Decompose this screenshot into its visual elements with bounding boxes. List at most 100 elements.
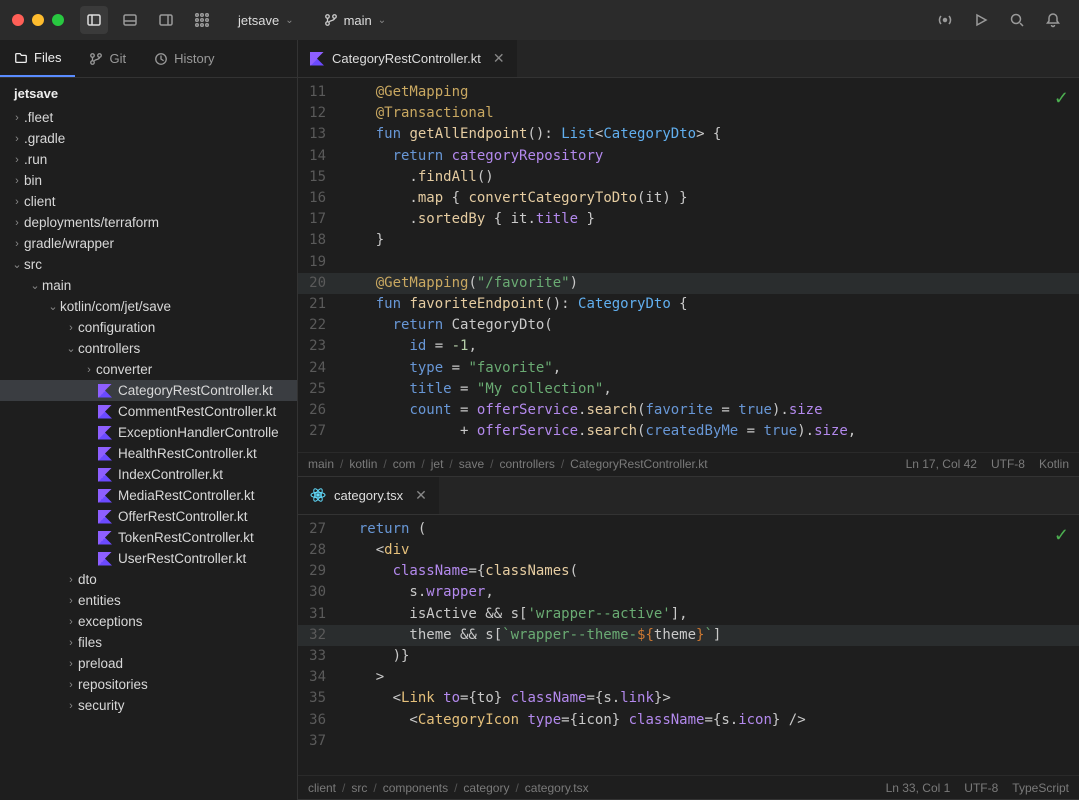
tree-item[interactable]: ›.gradle xyxy=(0,128,297,149)
tree-item[interactable]: ⌄controllers xyxy=(0,338,297,359)
code-line[interactable]: 27 + offerService.search(createdByMe = t… xyxy=(298,421,1079,442)
tree-item-label: src xyxy=(24,257,42,272)
code-line[interactable]: 30 s.wrapper, xyxy=(298,582,1079,603)
tree-item-label: CommentRestController.kt xyxy=(118,404,276,419)
line-number: 23 xyxy=(298,336,342,357)
code-line[interactable]: 26 count = offerService.search(favorite … xyxy=(298,400,1079,421)
tree-item[interactable]: ›bin xyxy=(0,170,297,191)
code-line[interactable]: 27 return ( xyxy=(298,519,1079,540)
chevron-icon: › xyxy=(64,574,78,586)
code-line[interactable]: 37 xyxy=(298,731,1079,752)
tree-item[interactable]: ›repositories xyxy=(0,674,297,695)
code-line[interactable]: 17 .sortedBy { it.title } xyxy=(298,209,1079,230)
line-number: 21 xyxy=(298,294,342,315)
tree-item[interactable]: CategoryRestController.kt xyxy=(0,380,297,401)
code-line[interactable]: 20 @GetMapping("/favorite") xyxy=(298,273,1079,294)
project-selector[interactable]: jetsave ⌄ xyxy=(230,9,302,32)
code-line[interactable]: 24 type = "favorite", xyxy=(298,358,1079,379)
encoding[interactable]: UTF-8 xyxy=(964,781,998,795)
code-line[interactable]: 22 return CategoryDto( xyxy=(298,315,1079,336)
tree-item[interactable]: ›deployments/terraform xyxy=(0,212,297,233)
cursor-position[interactable]: Ln 33, Col 1 xyxy=(886,781,951,795)
grid-icon[interactable] xyxy=(188,6,216,34)
line-number: 22 xyxy=(298,315,342,336)
code-line[interactable]: 14 return categoryRepository xyxy=(298,146,1079,167)
language[interactable]: Kotlin xyxy=(1039,457,1069,471)
tree-item[interactable]: ›security xyxy=(0,695,297,716)
tree-item[interactable]: IndexController.kt xyxy=(0,464,297,485)
tree-item[interactable]: OfferRestController.kt xyxy=(0,506,297,527)
code-line[interactable]: 18 } xyxy=(298,230,1079,251)
editor-tab[interactable]: CategoryRestController.kt ✕ xyxy=(298,40,517,77)
kotlin-icon xyxy=(96,510,114,524)
tree-item[interactable]: ›files xyxy=(0,632,297,653)
tree-item[interactable]: ExceptionHandlerControlle xyxy=(0,422,297,443)
sidebar-tab-history[interactable]: History xyxy=(140,40,228,77)
breadcrumb[interactable]: main/kotlin/com/jet/save/controllers/Cat… xyxy=(308,457,708,471)
broadcast-icon[interactable] xyxy=(931,6,959,34)
code-line[interactable]: 11 @GetMapping xyxy=(298,82,1079,103)
tree-item[interactable]: MediaRestController.kt xyxy=(0,485,297,506)
code-line[interactable]: 13 fun getAllEndpoint(): List<CategoryDt… xyxy=(298,124,1079,145)
sidebar-tab-git[interactable]: Git xyxy=(75,40,140,77)
tree-item[interactable]: ⌄kotlin/com/jet/save xyxy=(0,296,297,317)
code-line[interactable]: 34 > xyxy=(298,667,1079,688)
code-line[interactable]: 12 @Transactional xyxy=(298,103,1079,124)
tree-item[interactable]: CommentRestController.kt xyxy=(0,401,297,422)
code-line[interactable]: 21 fun favoriteEndpoint(): CategoryDto { xyxy=(298,294,1079,315)
tree-item[interactable]: ›exceptions xyxy=(0,611,297,632)
encoding[interactable]: UTF-8 xyxy=(991,457,1025,471)
panel-left-icon[interactable] xyxy=(80,6,108,34)
line-number: 26 xyxy=(298,400,342,421)
project-root-label[interactable]: jetsave xyxy=(0,78,297,107)
tree-item[interactable]: TokenRestController.kt xyxy=(0,527,297,548)
tree-item[interactable]: ›entities xyxy=(0,590,297,611)
tree-item[interactable]: HealthRestController.kt xyxy=(0,443,297,464)
code-line[interactable]: 31 isActive && s['wrapper--active'], xyxy=(298,604,1079,625)
folder-icon xyxy=(14,51,28,65)
tree-item[interactable]: ⌄src xyxy=(0,254,297,275)
code-line[interactable]: 32 theme && s[`wrapper--theme-${theme}`] xyxy=(298,625,1079,646)
close-icon[interactable]: ✕ xyxy=(415,487,427,504)
code-line[interactable]: 29 className={classNames( xyxy=(298,561,1079,582)
branch-selector[interactable]: main ⌄ xyxy=(316,9,395,32)
chevron-icon: › xyxy=(10,112,24,124)
close-icon[interactable]: ✕ xyxy=(493,50,505,67)
code-editor[interactable]: ✓ 11 @GetMapping12 @Transactional13 fun … xyxy=(298,78,1079,452)
tree-item[interactable]: ›configuration xyxy=(0,317,297,338)
tree-item[interactable]: ›converter xyxy=(0,359,297,380)
code-line[interactable]: 35 <Link to={to} className={s.link}> xyxy=(298,688,1079,709)
tree-item[interactable]: ›client xyxy=(0,191,297,212)
code-editor[interactable]: ✓ 27 return (28 <div29 className={classN… xyxy=(298,515,1079,775)
minimize-window-button[interactable] xyxy=(32,14,44,26)
code-line[interactable]: 16 .map { convertCategoryToDto(it) } xyxy=(298,188,1079,209)
panel-right-icon[interactable] xyxy=(152,6,180,34)
breadcrumb[interactable]: client/src/components/category/category.… xyxy=(308,781,589,795)
language[interactable]: TypeScript xyxy=(1012,781,1069,795)
tree-item[interactable]: UserRestController.kt xyxy=(0,548,297,569)
code-line[interactable]: 33 )} xyxy=(298,646,1079,667)
code-line[interactable]: 23 id = -1, xyxy=(298,336,1079,357)
tab-label: CategoryRestController.kt xyxy=(332,51,481,66)
tree-item[interactable]: ›.fleet xyxy=(0,107,297,128)
bell-icon[interactable] xyxy=(1039,6,1067,34)
close-window-button[interactable] xyxy=(12,14,24,26)
tree-item[interactable]: ›preload xyxy=(0,653,297,674)
editor-tab[interactable]: category.tsx ✕ xyxy=(298,477,439,514)
tree-item[interactable]: ›gradle/wrapper xyxy=(0,233,297,254)
tree-item[interactable]: ›dto xyxy=(0,569,297,590)
code-line[interactable]: 28 <div xyxy=(298,540,1079,561)
tree-item[interactable]: ›.run xyxy=(0,149,297,170)
code-line[interactable]: 25 title = "My collection", xyxy=(298,379,1079,400)
search-icon[interactable] xyxy=(1003,6,1031,34)
cursor-position[interactable]: Ln 17, Col 42 xyxy=(906,457,977,471)
code-line[interactable]: 36 <CategoryIcon type={icon} className={… xyxy=(298,710,1079,731)
code-line[interactable]: 15 .findAll() xyxy=(298,167,1079,188)
tree-item[interactable]: ⌄main xyxy=(0,275,297,296)
sidebar-tab-files[interactable]: Files xyxy=(0,40,75,77)
run-icon[interactable] xyxy=(967,6,995,34)
chevron-icon: › xyxy=(64,616,78,628)
code-line[interactable]: 19 xyxy=(298,252,1079,273)
maximize-window-button[interactable] xyxy=(52,14,64,26)
panel-bottom-icon[interactable] xyxy=(116,6,144,34)
